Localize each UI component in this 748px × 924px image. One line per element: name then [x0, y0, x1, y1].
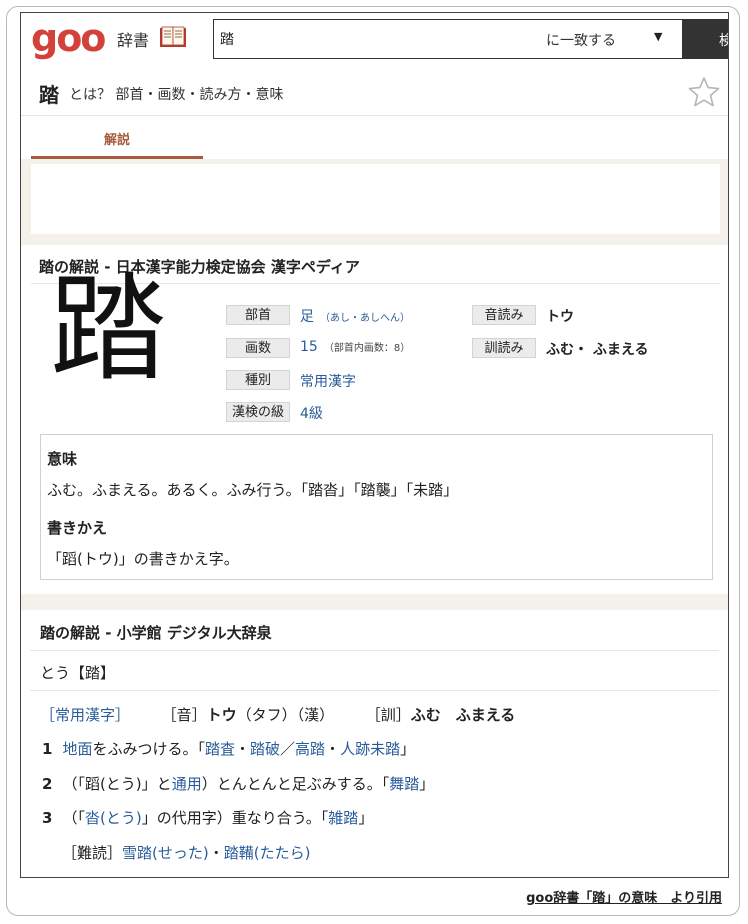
link-setta[interactable]: 雪踏: [122, 844, 152, 862]
book-icon: [160, 26, 186, 47]
kakikae-heading: 書きかえ: [47, 519, 108, 537]
link-jinsekimitou[interactable]: 人跡未踏: [340, 740, 400, 758]
link-tou-ruby[interactable]: (とう): [100, 809, 142, 827]
meaning-box: 意味 ふむ。ふまえる。あるく。ふみ行う。「踏沓」「踏襲」「未踏」 書きかえ 「蹈…: [40, 434, 713, 580]
definition-text: 」と: [141, 775, 172, 793]
kakusu-label: 画数: [226, 338, 290, 358]
dictionary-label[interactable]: 辞書: [117, 27, 149, 51]
bushu-label: 部首: [226, 305, 290, 325]
link-tsuuyou[interactable]: 通用: [172, 775, 202, 793]
empty-ad-area: [31, 164, 720, 234]
on-reading-extra: （タフ）（漢）: [236, 706, 335, 724]
daijisen-readings: ［常用漢字］ ［音］トウ（タフ）（漢） ［訓］ふむ ふまえる: [40, 704, 515, 725]
page-title-kanji: 踏: [39, 83, 59, 107]
definition-text: をふみつける。「: [92, 740, 205, 758]
kakikae-text: 「蹈(トウ)」の書きかえ字。: [47, 550, 239, 568]
kun-yomi-value: ふむ・ ふまえる: [546, 342, 649, 358]
source-citation[interactable]: goo辞書「踏」の意味 より引用: [526, 887, 722, 906]
link-koutou[interactable]: 高踏: [295, 740, 325, 758]
meaning-heading: 意味: [47, 450, 78, 468]
definition-1: 1 地面をふみつける。「踏査・踏破／高踏・人跡未踏」: [42, 738, 415, 759]
definition-3: 3 （「沓(とう)」の代用字）重なり合う。「雑踏」: [42, 807, 373, 828]
link-butou[interactable]: 舞踏: [389, 775, 419, 793]
headword: とう【踏】: [40, 664, 116, 682]
definition-text: 」: [400, 740, 416, 758]
nandoku-tag: ［難読］: [62, 844, 123, 862]
definition-text: （「: [62, 809, 85, 827]
link-touha[interactable]: 踏破: [250, 740, 280, 758]
definition-number: 1: [42, 740, 53, 758]
link-tatara[interactable]: 踏鞴: [224, 844, 254, 862]
daijisen-section-title: 踏の解説 - 小学館 デジタル大辞泉: [40, 624, 272, 642]
shubetsu-label: 種別: [226, 370, 290, 390]
kakusu-note: （部首内画数：8）: [323, 343, 411, 354]
divider: [30, 650, 719, 651]
match-mode-select[interactable]: に一致する: [546, 30, 616, 50]
dropdown-caret-icon[interactable]: ▼: [654, 30, 662, 43]
kyu-label: 漢検の級: [226, 402, 290, 422]
search-input[interactable]: [220, 28, 520, 50]
kun-tag: ［訓］: [365, 706, 411, 724]
nandoku-line: ［難読］雪踏(せった)・踏鞴(たたら): [62, 842, 311, 863]
link-jimen[interactable]: 地面: [62, 740, 92, 758]
bushu-value: 足 （あし・あしへん）: [300, 306, 410, 326]
kakusu-value: 15 （部首内画数：8）: [300, 339, 410, 355]
kyu-link[interactable]: 4級: [300, 403, 323, 423]
separator: ・: [208, 844, 224, 862]
definition-number: 2: [42, 775, 53, 793]
tab-bar: 解説: [21, 116, 728, 160]
kun-reading: ふむ ふまえる: [410, 706, 516, 724]
bushu-link[interactable]: 足: [300, 309, 314, 325]
search-button[interactable]: 検: [683, 19, 728, 59]
section-band: [21, 594, 728, 610]
link-setta-ruby[interactable]: (せった): [152, 844, 209, 862]
separator: ・: [325, 740, 341, 758]
kun-yomi-label: 訓読み: [472, 338, 536, 358]
joyo-kanji-link[interactable]: ［常用漢字］: [40, 706, 130, 724]
meaning-text: ふむ。ふまえる。あるく。ふみ行う。「踏沓」「踏襲」「未踏」: [47, 481, 459, 499]
link-tousa[interactable]: 踏査: [205, 740, 235, 758]
link-tatara-ruby[interactable]: (たたら): [254, 844, 311, 862]
definition-text: 」の代用字）重なり合う。「: [141, 809, 329, 827]
separator: ・: [234, 740, 250, 758]
kakusu-link[interactable]: 15: [300, 339, 318, 355]
link-tou-kutsu[interactable]: 沓: [85, 809, 100, 827]
tab-kaisetsu[interactable]: 解説: [31, 116, 203, 160]
header: goo 辞書 に一致する ▼ 検: [21, 13, 728, 71]
page-subtitle: とは？ 部首・画数・読み方・意味: [69, 87, 284, 103]
definition-text: （「蹈: [62, 775, 100, 793]
on-yomi-value: トウ: [546, 309, 574, 325]
goo-logo[interactable]: goo: [31, 13, 106, 63]
definition-2: 2 （「蹈(とう)」と通用）とんとんと足ぶみする。「舞踏」: [42, 773, 434, 794]
tab-kaisetsu-label: 解説: [103, 133, 130, 148]
definition-number: 3: [42, 809, 53, 827]
divider: [30, 690, 719, 691]
bushu-note: （あし・あしへん）: [320, 313, 410, 324]
separator: ／: [280, 740, 296, 758]
definition-text: ）とんとんと足ぶみする。「: [201, 775, 390, 793]
title-row: 踏 とは？ 部首・画数・読み方・意味: [21, 73, 728, 116]
on-tag: ［音］: [161, 706, 207, 724]
reading-gloss: (とう): [99, 775, 142, 793]
kanji-large-glyph: 踏: [50, 262, 166, 397]
search-button-label: 検: [719, 30, 728, 50]
link-zattou[interactable]: 雑踏: [328, 809, 358, 827]
definition-text: 」: [358, 809, 374, 827]
search-box: に一致する ▼: [213, 19, 683, 59]
definition-text: 」: [419, 775, 435, 793]
star-icon[interactable]: [688, 76, 720, 108]
shubetsu-link[interactable]: 常用漢字: [300, 371, 356, 391]
on-reading: トウ: [206, 706, 237, 724]
on-yomi-label: 音読み: [472, 305, 536, 325]
